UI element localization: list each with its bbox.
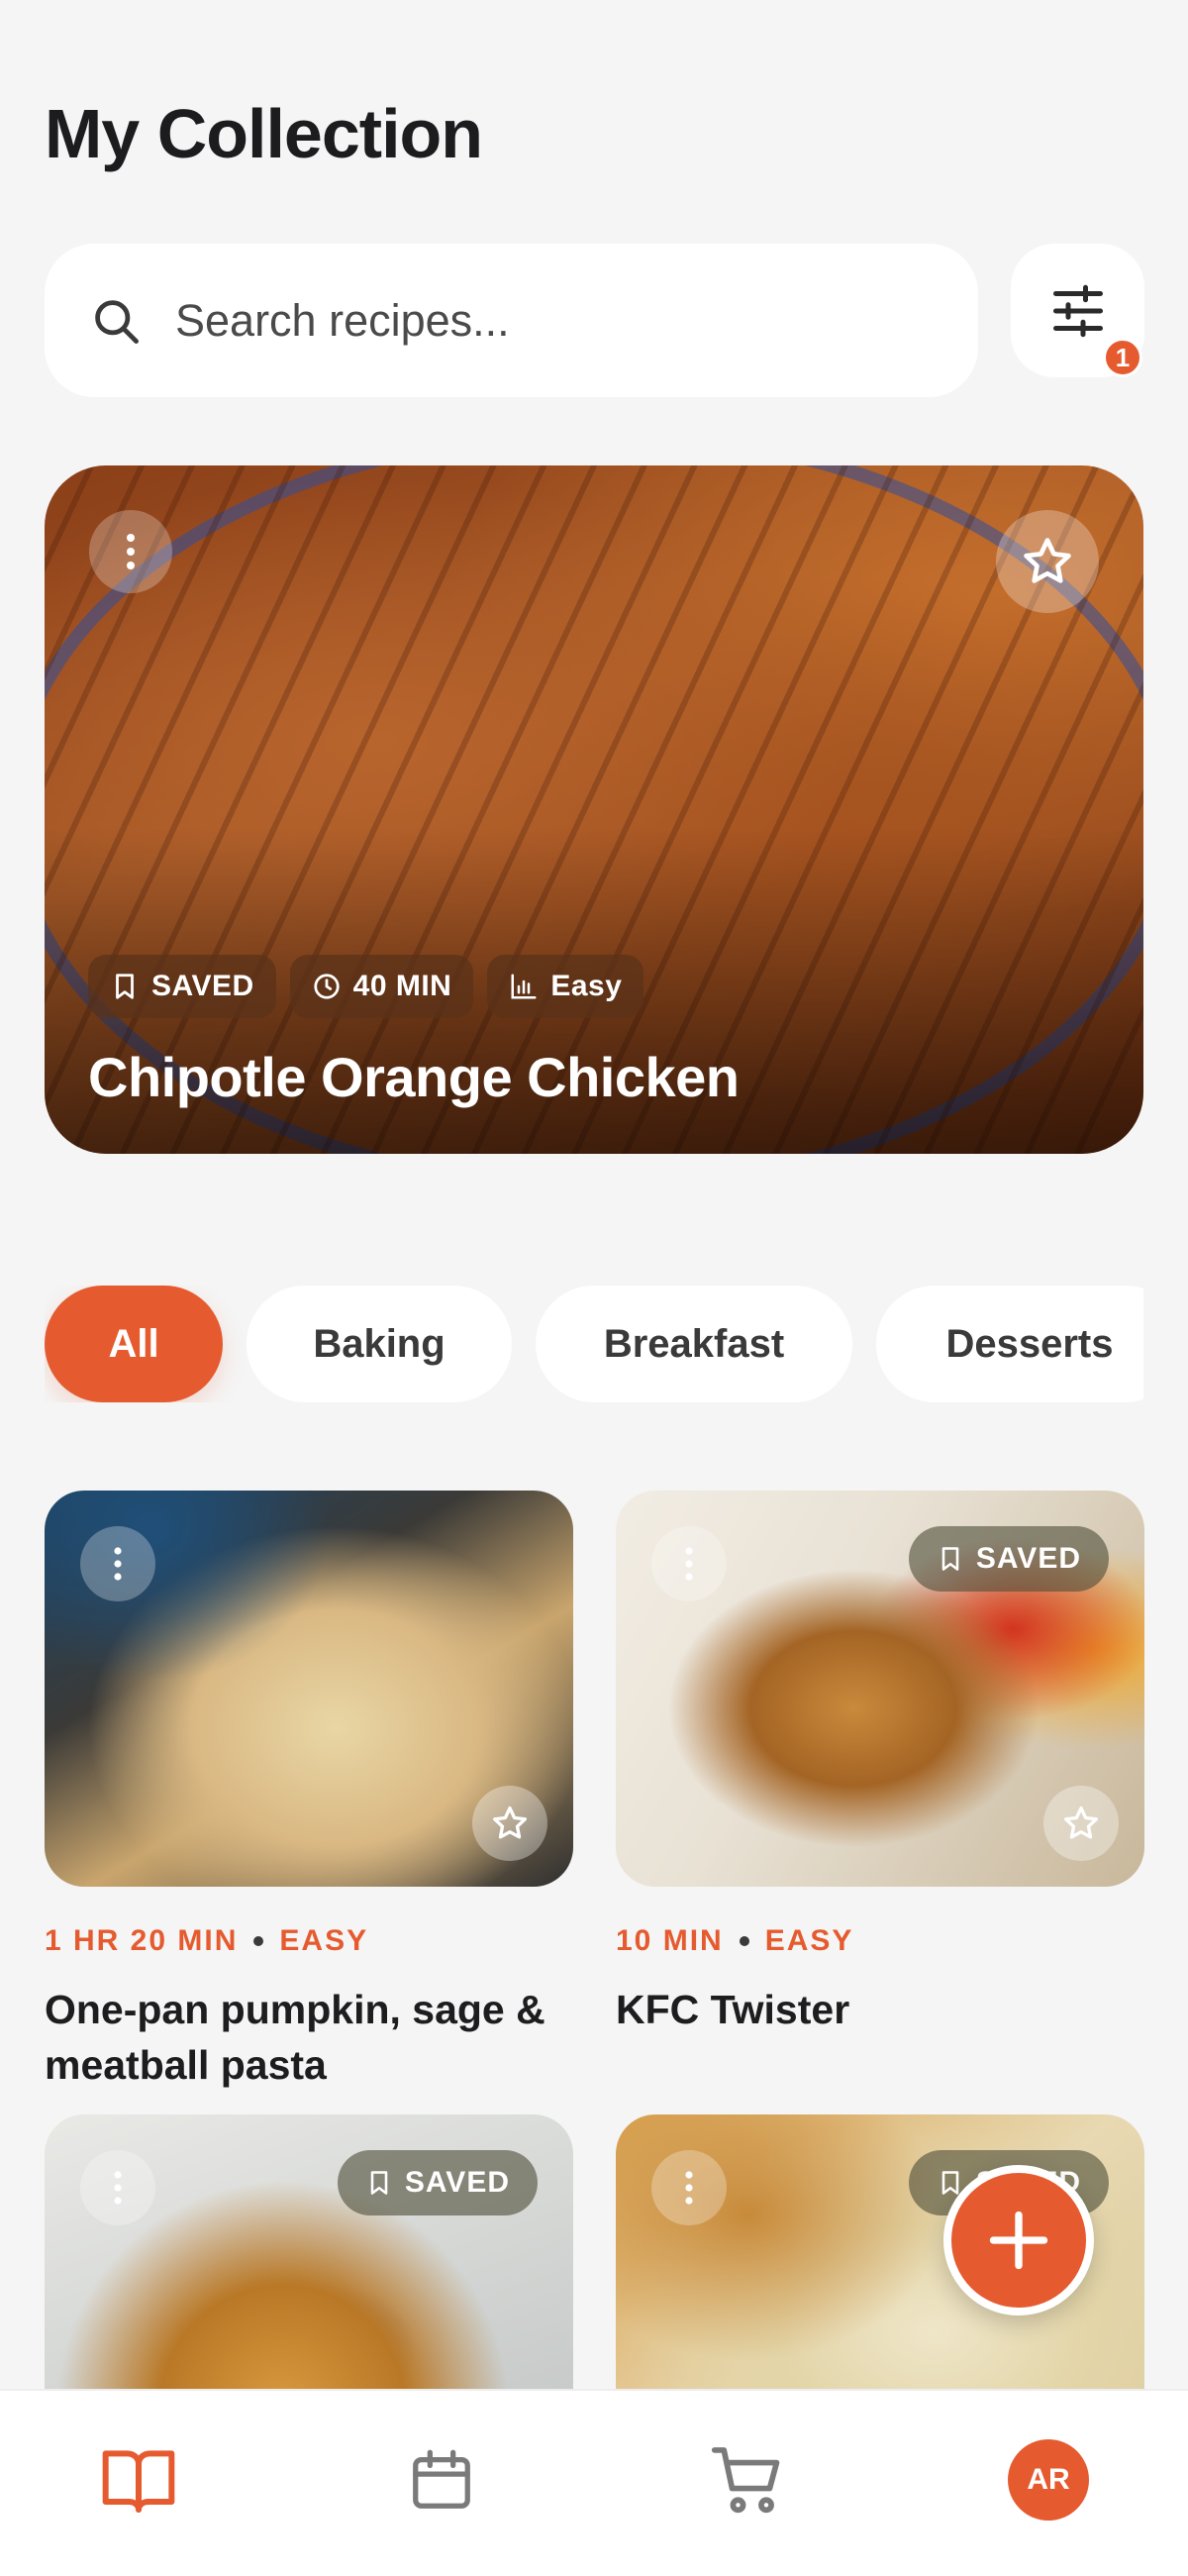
recipe-meta: 10 MIN EASY <box>616 1924 1144 1958</box>
time-chip: 40 MIN <box>289 955 474 1018</box>
recipe-name: KFC Twister <box>616 1987 850 2032</box>
star-icon <box>1064 1806 1098 1839</box>
search-icon <box>95 300 139 344</box>
bookmark-icon <box>941 1547 959 1571</box>
more-vertical-icon <box>114 1547 122 1581</box>
saved-badge: SAVED <box>908 1526 1109 1592</box>
search-bar[interactable] <box>45 244 978 397</box>
star-icon <box>493 1806 527 1839</box>
category-filter-bar: All Baking Breakfast Desserts <box>45 1286 1143 1402</box>
avatar: AR <box>1008 2439 1089 2521</box>
page-title: My Collection <box>45 95 483 172</box>
difficulty-chip-label: Easy <box>550 970 623 1002</box>
bookmark-icon <box>370 2171 388 2195</box>
card-favorite-button[interactable] <box>1043 1786 1119 1861</box>
bookmark-icon <box>116 974 134 999</box>
nav-recipes[interactable] <box>94 2435 183 2524</box>
hero-more-button[interactable] <box>89 510 172 593</box>
recipe-card[interactable]: SAVED 10 MIN EASY KFC Twister <box>616 1491 1144 2037</box>
saved-badge-label: SAVED <box>975 1542 1081 1575</box>
recipe-name: One-pan pumpkin, sage & meatball pasta <box>45 1987 545 2088</box>
sliders-icon <box>1053 284 1103 338</box>
hero-chip-row: SAVED 40 MIN Easy <box>88 955 644 1018</box>
more-vertical-icon <box>685 2171 693 2205</box>
category-pill-baking[interactable]: Baking <box>247 1286 512 1402</box>
recipe-card[interactable]: 1 HR 20 MIN EASY One-pan pumpkin, sage &… <box>45 1491 573 2093</box>
recipe-difficulty: EASY <box>279 1924 369 1957</box>
card-favorite-button[interactable] <box>472 1786 547 1861</box>
filter-count-badge: 1 <box>1103 338 1142 377</box>
nav-planner[interactable] <box>397 2435 486 2524</box>
category-pill-all[interactable]: All <box>45 1286 223 1402</box>
add-recipe-button[interactable] <box>943 2165 1094 2316</box>
more-vertical-icon <box>114 2171 122 2205</box>
recipe-time: 10 MIN <box>616 1924 724 1957</box>
saved-badge-label: SAVED <box>404 2166 510 2199</box>
category-pill-desserts[interactable]: Desserts <box>876 1286 1143 1402</box>
plus-icon <box>989 2211 1048 2270</box>
time-chip-label: 40 MIN <box>352 970 452 1002</box>
card-more-button[interactable] <box>80 1526 155 1601</box>
featured-recipe-card[interactable]: SAVED 40 MIN Easy Chipotle Orange Chicke… <box>45 465 1143 1154</box>
card-more-button[interactable] <box>80 2150 155 2225</box>
more-vertical-icon <box>127 534 135 569</box>
saved-badge: SAVED <box>337 2150 538 2215</box>
open-book-icon <box>102 2450 175 2513</box>
bar-chart-icon <box>511 974 537 999</box>
bottom-navigation: AR <box>0 2389 1188 2576</box>
hero-favorite-button[interactable] <box>996 510 1099 613</box>
nav-profile[interactable]: AR <box>1004 2435 1093 2524</box>
nav-shopping[interactable] <box>703 2435 792 2524</box>
shopping-cart-icon <box>711 2447 780 2514</box>
featured-recipe-title: Chipotle Orange Chicken <box>88 1046 740 1108</box>
separator-dot <box>739 1936 749 1946</box>
more-vertical-icon <box>685 1547 693 1581</box>
recipe-difficulty: EASY <box>764 1924 854 1957</box>
recipe-image <box>45 1491 573 1887</box>
difficulty-chip: Easy <box>487 955 644 1018</box>
card-more-button[interactable] <box>651 1526 727 1601</box>
search-input[interactable] <box>175 283 928 358</box>
separator-dot <box>253 1936 264 1946</box>
clock-icon <box>314 974 340 999</box>
recipe-image: SAVED <box>616 1491 1144 1887</box>
saved-chip: SAVED <box>88 955 276 1018</box>
recipe-meta: 1 HR 20 MIN EASY <box>45 1924 573 1958</box>
star-icon <box>1024 538 1071 583</box>
recipe-time: 1 HR 20 MIN <box>45 1924 239 1957</box>
card-more-button[interactable] <box>651 2150 727 2225</box>
calendar-icon <box>413 2449 470 2509</box>
category-pill-breakfast[interactable]: Breakfast <box>536 1286 852 1402</box>
saved-chip-label: SAVED <box>151 970 254 1002</box>
